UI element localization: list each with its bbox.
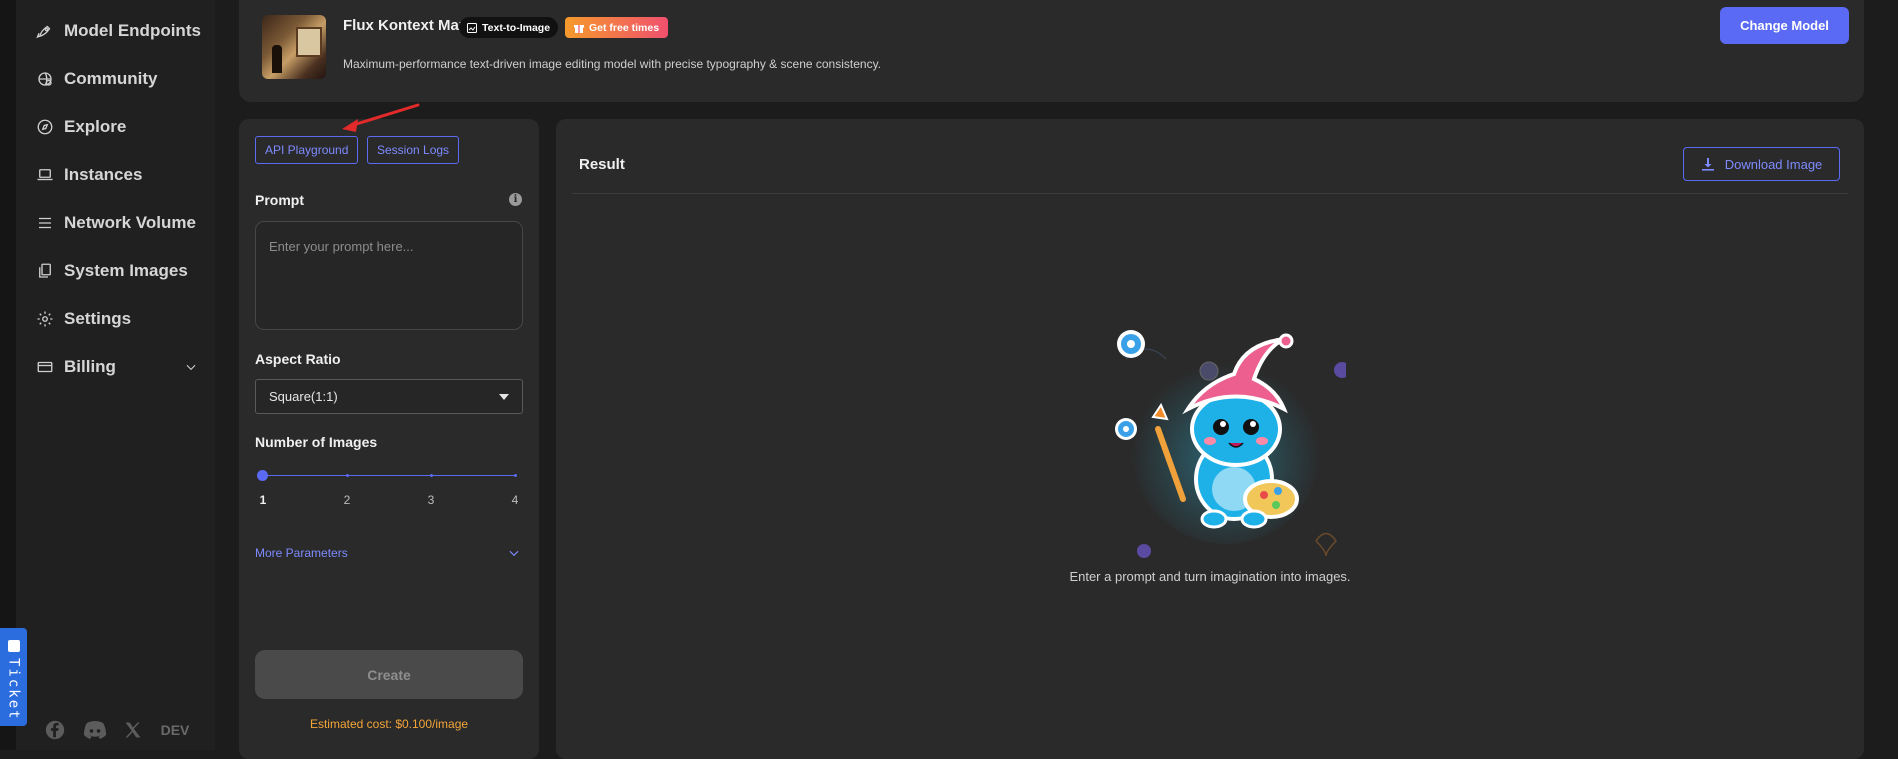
- more-parameters-label: More Parameters: [255, 546, 348, 560]
- caret-down-icon: [499, 393, 509, 400]
- model-header-card: Flux Kontext Max Text-to-Image Get free …: [239, 0, 1864, 102]
- model-description: Maximum-performance text-driven image ed…: [343, 57, 882, 71]
- estimated-cost: Estimated cost: $0.100/image: [309, 717, 469, 731]
- ticket-tab[interactable]: Ticket: [0, 628, 27, 726]
- sidebar-item-label: Network Volume: [64, 213, 196, 232]
- painter-mascot-illustration: [1115, 330, 1346, 558]
- change-model-button[interactable]: Change Model: [1720, 7, 1849, 44]
- chevron-down-icon: [186, 364, 196, 371]
- community-icon: [38, 72, 52, 86]
- sidebar-item-label: Settings: [64, 309, 132, 328]
- sidebar-item-settings[interactable]: Settings: [36, 303, 206, 335]
- download-icon: [1701, 158, 1714, 171]
- sidebar-item-label: System Images: [64, 261, 188, 280]
- slider-mark: [430, 474, 433, 477]
- gift-icon: [574, 24, 584, 33]
- empty-state-text: Enter a prompt and turn imagination into…: [1069, 569, 1351, 584]
- create-button[interactable]: Create: [255, 650, 523, 699]
- model-type-badge: Text-to-Image: [459, 17, 559, 38]
- sidebar: Model Endpoints Community Explore Instan…: [16, 0, 215, 750]
- slider-label-1[interactable]: 1: [257, 493, 269, 507]
- copy-icon: [39, 263, 51, 278]
- model-type-badge-label: Text-to-Image: [482, 21, 551, 34]
- sidebar-item-network-volume[interactable]: Network Volume: [36, 207, 206, 239]
- card-icon: [37, 361, 53, 373]
- laptop-icon: [37, 169, 53, 181]
- aspect-ratio-value: Square(1:1): [269, 389, 338, 404]
- sidebar-item-label: Billing: [64, 357, 116, 376]
- images-slider-track[interactable]: [263, 475, 515, 476]
- sidebar-item-label: Explore: [64, 117, 127, 136]
- free-times-badge[interactable]: Get free times: [565, 17, 669, 38]
- ticket-icon: [7, 640, 20, 652]
- model-thumbnail: [262, 15, 326, 79]
- more-parameters-toggle[interactable]: More Parameters: [255, 546, 523, 560]
- sidebar-item-billing[interactable]: Billing: [36, 351, 206, 383]
- download-image-label: Download Image: [1724, 156, 1823, 172]
- slider-label-4[interactable]: 4: [509, 493, 521, 507]
- number-of-images-label: Number of Images: [255, 434, 378, 450]
- x-twitter-icon[interactable]: [122, 718, 144, 742]
- aspect-ratio-select[interactable]: Square(1:1): [255, 379, 523, 414]
- sidebar-item-instances[interactable]: Instances: [36, 159, 206, 191]
- sidebar-item-community[interactable]: Community: [36, 63, 206, 95]
- free-times-badge-label: Get free times: [589, 21, 660, 34]
- tab-session-logs[interactable]: Session Logs: [367, 136, 460, 164]
- prompt-label: Prompt: [255, 192, 304, 208]
- slider-label-2[interactable]: 2: [341, 493, 353, 507]
- sidebar-item-explore[interactable]: Explore: [36, 111, 206, 143]
- gear-icon: [37, 311, 53, 327]
- sidebar-item-system-images[interactable]: System Images: [36, 255, 206, 287]
- facebook-icon[interactable]: [43, 718, 67, 742]
- chevron-down-icon: [509, 550, 519, 557]
- download-image-button[interactable]: Download Image: [1683, 147, 1840, 181]
- tab-api-playground[interactable]: API Playground: [255, 136, 359, 164]
- compass-icon: [37, 119, 53, 135]
- images-slider-handle[interactable]: [257, 470, 268, 481]
- result-divider: [572, 193, 1848, 194]
- slider-label-3[interactable]: 3: [425, 493, 437, 507]
- slider-mark: [514, 474, 517, 477]
- aspect-ratio-label: Aspect Ratio: [255, 351, 341, 367]
- sidebar-item-model-endpoints[interactable]: Model Endpoints: [36, 15, 206, 47]
- image-icon: [467, 22, 477, 33]
- dev-link[interactable]: DEV: [159, 718, 191, 742]
- slider-mark: [346, 474, 349, 477]
- discord-icon[interactable]: [82, 718, 108, 742]
- ticket-label: Ticket: [5, 658, 22, 721]
- prompt-input[interactable]: [255, 221, 523, 330]
- sidebar-item-label: Model Endpoints: [64, 21, 201, 40]
- sidebar-item-label: Instances: [64, 165, 143, 184]
- result-panel: Result Download Image Enter a prompt and…: [556, 119, 1864, 759]
- parameters-panel: API Playground Session Logs Prompt i Asp…: [239, 119, 539, 759]
- model-title: Flux Kontext Max: [343, 17, 468, 34]
- rocket-icon: [36, 25, 51, 39]
- info-icon[interactable]: i: [509, 193, 522, 206]
- list-icon: [39, 217, 51, 229]
- result-title: Result: [579, 156, 625, 173]
- sidebar-item-label: Community: [64, 69, 158, 88]
